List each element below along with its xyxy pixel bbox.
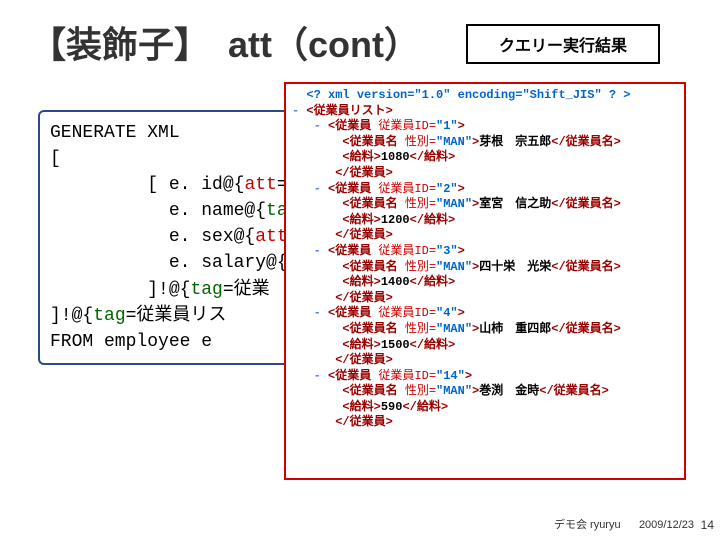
xml-line: <従業員名 性別="MAN">芽根 宗五郎</従業員名>	[292, 135, 678, 151]
xml-line: </従業員>	[292, 415, 678, 431]
xml-line: <従業員名 性別="MAN">巻渕 金時</従業員名>	[292, 384, 678, 400]
xml-line: <給料>590</給料>	[292, 400, 678, 416]
xml-line: <従業員名 性別="MAN">室宮 信之助</従業員名>	[292, 197, 678, 213]
xml-line: - <従業員 従業員ID="1">	[292, 119, 678, 135]
xml-line: <給料>1200</給料>	[292, 213, 678, 229]
xml-line: <従業員名 性別="MAN">四十栄 光栄</従業員名>	[292, 260, 678, 276]
xml-line: <給料>1080</給料>	[292, 150, 678, 166]
xml-line: <給料>1400</給料>	[292, 275, 678, 291]
xml-line: <? xml version="1.0" encoding="Shift_JIS…	[292, 88, 678, 104]
xml-line: - <従業員 従業員ID="3">	[292, 244, 678, 260]
xml-line: - <従業員 従業員ID="2">	[292, 182, 678, 198]
xml-line: </従業員>	[292, 291, 678, 307]
xml-result-box: <? xml version="1.0" encoding="Shift_JIS…	[284, 82, 686, 480]
xml-line: <給料>1500</給料>	[292, 338, 678, 354]
footer-author: デモ会 ryuryu	[554, 519, 621, 531]
footer-page: 14	[701, 518, 714, 532]
xml-line: </従業員>	[292, 353, 678, 369]
xml-line: - <従業員リスト>	[292, 104, 678, 120]
footer-date: 2009/12/23	[639, 519, 694, 531]
slide-title: 【装飾子】 att（cont）	[30, 24, 420, 65]
xml-line: </従業員>	[292, 228, 678, 244]
footer: デモ会 ryuryu 2009/12/23 14	[554, 516, 694, 532]
xml-line: - <従業員 従業員ID="4">	[292, 306, 678, 322]
xml-line: - <従業員 従業員ID="14">	[292, 369, 678, 385]
result-label-text: クエリー実行結果	[499, 32, 627, 56]
result-label-box: クエリー実行結果	[466, 24, 660, 64]
xml-line: </従業員>	[292, 166, 678, 182]
slide: 【装飾子】 att（cont） クエリー実行結果 GENERATE XML[ […	[0, 0, 720, 540]
xml-line: <従業員名 性別="MAN">山柿 重四郎</従業員名>	[292, 322, 678, 338]
